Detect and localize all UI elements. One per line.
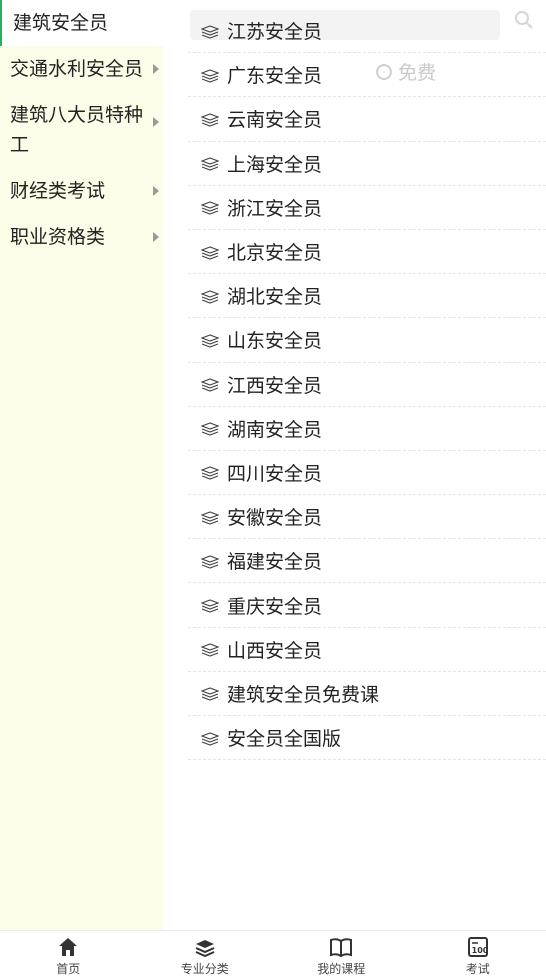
subcategory-item[interactable]: 江西安全员 <box>188 363 546 407</box>
exam-icon: 100 <box>467 936 489 958</box>
subcategory-item[interactable]: 北京安全员 <box>188 230 546 274</box>
books-icon <box>201 333 219 347</box>
subcategory-label: 北京安全员 <box>227 238 322 265</box>
tab-label: 我的课程 <box>317 960 365 977</box>
open-book-icon <box>330 936 352 958</box>
arrow-right-icon <box>153 186 159 196</box>
arrow-right-icon <box>153 232 159 242</box>
subcategory-item[interactable]: 湖北安全员 <box>188 274 546 318</box>
subcategory-item[interactable]: 江苏安全员 <box>188 9 546 53</box>
subcategory-label: 江苏安全员 <box>227 17 322 44</box>
tab-my-courses[interactable]: 我的课程 <box>273 931 410 978</box>
subcategory-item[interactable]: 湖南安全员 <box>188 407 546 451</box>
category-sidebar: 建筑安全员 交通水利安全员 建筑八大员特种工 财经类考试 职业资格类 <box>0 0 163 930</box>
tab-label: 首页 <box>56 960 80 977</box>
category-item-0[interactable]: 建筑安全员 <box>0 0 163 46</box>
subcategory-label: 浙江安全员 <box>227 194 322 221</box>
books-icon <box>194 936 216 958</box>
books-icon <box>201 200 219 214</box>
svg-text:100: 100 <box>471 946 488 955</box>
subcategory-label: 湖北安全员 <box>227 282 322 309</box>
subcategory-label: 四川安全员 <box>227 459 322 486</box>
subcategory-label: 山东安全员 <box>227 326 322 353</box>
subcategory-item[interactable]: 广东安全员 <box>188 53 546 97</box>
books-icon <box>201 112 219 126</box>
books-icon <box>201 156 219 170</box>
books-icon <box>201 731 219 745</box>
books-icon <box>201 377 219 391</box>
tab-categories[interactable]: 专业分类 <box>137 931 274 978</box>
subcategory-item[interactable]: 云南安全员 <box>188 97 546 141</box>
subcategory-item[interactable]: 上海安全员 <box>188 142 546 186</box>
books-icon <box>201 554 219 568</box>
category-label: 建筑安全员 <box>13 12 108 34</box>
subcategory-item[interactable]: 福建安全员 <box>188 539 546 583</box>
subcategory-label: 福建安全员 <box>227 547 322 574</box>
books-icon <box>201 510 219 524</box>
subcategory-label: 广东安全员 <box>227 61 322 88</box>
category-item-4[interactable]: 职业资格类 <box>0 214 163 260</box>
tab-home[interactable]: 首页 <box>0 931 137 978</box>
home-icon <box>57 936 79 958</box>
category-item-3[interactable]: 财经类考试 <box>0 168 163 214</box>
tab-label: 专业分类 <box>181 960 229 977</box>
category-item-1[interactable]: 交通水利安全员 <box>0 46 163 92</box>
subcategory-label: 建筑安全员免费课 <box>227 680 379 707</box>
arrow-right-icon <box>153 117 159 127</box>
books-icon <box>201 68 219 82</box>
books-icon <box>201 686 219 700</box>
books-icon <box>201 289 219 303</box>
subcategory-item[interactable]: 安徽安全员 <box>188 495 546 539</box>
category-label: 建筑八大员特种工 <box>10 104 143 156</box>
subcategory-label: 安徽安全员 <box>227 503 322 530</box>
arrow-right-icon <box>153 64 159 74</box>
subcategory-item[interactable]: 山西安全员 <box>188 628 546 672</box>
subcategory-label: 湖南安全员 <box>227 415 322 442</box>
subcategory-item[interactable]: 建筑安全员免费课 <box>188 672 546 716</box>
subcategory-item[interactable]: 山东安全员 <box>188 318 546 362</box>
category-item-2[interactable]: 建筑八大员特种工 <box>0 92 163 168</box>
subcategory-item[interactable]: 四川安全员 <box>188 451 546 495</box>
category-label: 交通水利安全员 <box>10 58 143 80</box>
subcategory-label: 上海安全员 <box>227 150 322 177</box>
category-label: 财经类考试 <box>10 180 105 202</box>
books-icon <box>201 465 219 479</box>
subcategory-label: 云南安全员 <box>227 105 322 132</box>
books-icon <box>201 245 219 259</box>
subcategory-item[interactable]: 浙江安全员 <box>188 186 546 230</box>
books-icon <box>201 598 219 612</box>
subcategory-label: 重庆安全员 <box>227 592 322 619</box>
subcategory-list: 江苏安全员广东安全员云南安全员上海安全员浙江安全员北京安全员湖北安全员山东安全员… <box>188 9 546 760</box>
books-icon <box>201 642 219 656</box>
subcategory-item[interactable]: 安全员全国版 <box>188 716 546 760</box>
category-label: 职业资格类 <box>10 226 105 248</box>
tab-label: 考试 <box>466 960 490 977</box>
tab-exam[interactable]: 100 考试 <box>410 931 546 978</box>
subcategory-label: 安全员全国版 <box>227 724 341 751</box>
books-icon <box>201 421 219 435</box>
subcategory-label: 江西安全员 <box>227 371 322 398</box>
subcategory-item[interactable]: 重庆安全员 <box>188 583 546 627</box>
subcategory-label: 山西安全员 <box>227 636 322 663</box>
books-icon <box>201 24 219 38</box>
bottom-tab-bar: 首页 专业分类 我的课程 100 考试 <box>0 930 546 978</box>
